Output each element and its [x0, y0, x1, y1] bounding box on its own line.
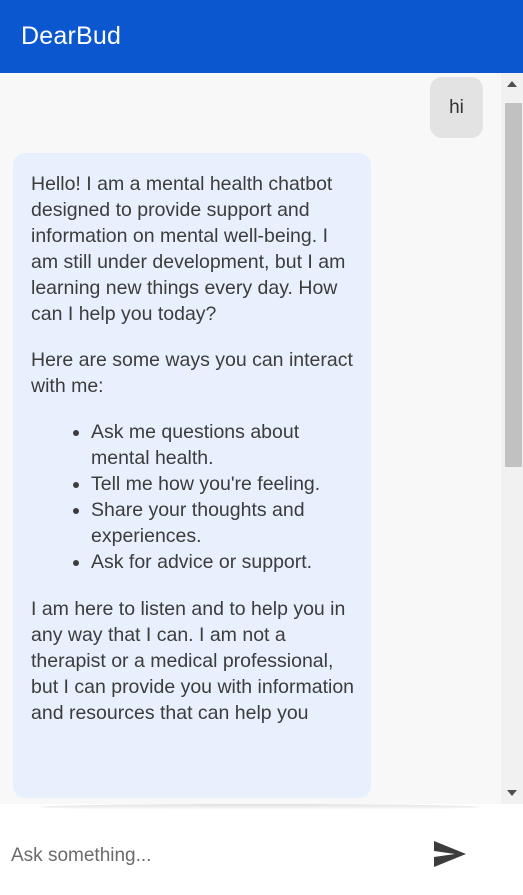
scrollbar-thumb[interactable]	[505, 103, 522, 467]
chat-area[interactable]: hi Hello! I am a mental health chatbot d…	[0, 73, 523, 804]
send-button[interactable]	[430, 836, 470, 872]
list-item: Tell me how you're feeling.	[73, 471, 355, 497]
bot-message-list: Ask me questions about mental health. Te…	[31, 419, 355, 575]
message-input-bar	[0, 804, 523, 895]
send-icon	[434, 841, 466, 867]
list-item: Ask me questions about mental health.	[73, 419, 355, 471]
bot-message-ways-heading: Here are some ways you can interact with…	[31, 349, 353, 397]
scroll-up-arrow-icon[interactable]	[501, 73, 523, 95]
bot-message-intro: Hello! I am a mental health chatbot desi…	[31, 173, 346, 325]
list-item: Share your thoughts and experiences.	[73, 497, 355, 549]
user-message-bubble: hi	[430, 77, 483, 138]
input-bar-divider	[40, 804, 480, 810]
list-item: Ask for advice or support.	[73, 549, 355, 575]
bot-message-closing: I am here to listen and to help you in a…	[31, 598, 355, 724]
message-input[interactable]	[0, 834, 400, 878]
bot-message-bubble: Hello! I am a mental health chatbot desi…	[13, 153, 371, 798]
app-header: DearBud	[0, 0, 523, 73]
scroll-down-arrow-icon[interactable]	[501, 782, 523, 804]
user-message-text: hi	[449, 96, 464, 118]
app-title: DearBud	[21, 22, 122, 50]
chat-scrollbar[interactable]	[501, 73, 523, 804]
